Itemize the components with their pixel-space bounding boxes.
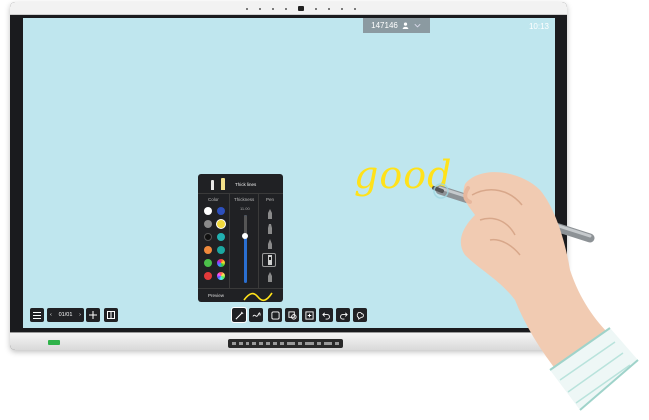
insert-icon [304, 310, 314, 320]
user-tab[interactable]: 147146 [363, 18, 430, 33]
chevron-left-icon[interactable]: ‹ [50, 312, 52, 318]
menu-button[interactable] [30, 308, 44, 322]
color-swatch-yellow[interactable] [217, 220, 225, 228]
clear-button[interactable] [353, 308, 367, 322]
chevron-down-icon[interactable] [413, 23, 422, 29]
user-icon [402, 22, 409, 29]
color-swatch-red[interactable] [204, 272, 212, 280]
photo-stage: 147146 10:13 good Thick lines Color Thic… [0, 0, 649, 420]
user-id-label: 147146 [371, 21, 398, 30]
front-ports [228, 339, 343, 348]
color-swatch-cyan[interactable] [217, 233, 225, 241]
shapes-tool-button[interactable] [285, 308, 299, 322]
shapes-icon [287, 310, 297, 320]
pen-type-row: Thick lines [198, 174, 283, 194]
thickness-value: 11.00 [240, 206, 250, 211]
eraser-icon [251, 311, 261, 317]
color-swatch-green[interactable] [204, 259, 212, 267]
color-header: Color [208, 197, 219, 202]
redo-icon [339, 311, 348, 320]
preview-stroke [243, 292, 273, 302]
bezel-sensors [246, 6, 356, 11]
color-wheel-icon[interactable] [217, 272, 225, 280]
column-divider [258, 194, 259, 288]
page-view-button[interactable] [104, 308, 118, 322]
pen-icon [235, 311, 243, 319]
pen-type-title: Thick lines [235, 182, 257, 187]
preview-label: Preview [208, 293, 225, 298]
undo-button[interactable] [319, 308, 333, 322]
clear-icon [356, 311, 364, 320]
add-page-button[interactable] [86, 308, 100, 322]
page-indicator: 01/01 [58, 312, 73, 318]
clock: 10:13 [528, 22, 549, 31]
thickness-slider-handle[interactable] [242, 233, 248, 239]
thick-pen-icon[interactable] [221, 178, 225, 190]
highlighter-tip-icon[interactable] [267, 255, 273, 265]
eraser-tool-button[interactable] [249, 308, 263, 322]
color-swatch-blue[interactable] [217, 207, 225, 215]
thickness-header: Thickness [234, 197, 255, 202]
pen-settings-panel: Thick lines Color Thickness Pen 11.00 Pr… [198, 174, 283, 302]
column-divider [229, 194, 230, 288]
color-swatch-black[interactable] [204, 233, 212, 241]
pen-header: Pen [266, 197, 275, 202]
top-bezel [10, 2, 567, 15]
color-swatch-teal[interactable] [217, 246, 225, 254]
chevron-right-icon[interactable]: › [79, 312, 81, 318]
marker-tip-icon[interactable] [267, 224, 273, 234]
menu-icon [33, 311, 41, 319]
hand-with-stylus [432, 172, 639, 411]
undo-icon [321, 311, 330, 320]
color-swatch-multicolor[interactable] [217, 259, 225, 267]
color-swatch-orange[interactable] [204, 246, 212, 254]
thin-pen-icon[interactable] [211, 180, 214, 190]
power-indicator [48, 340, 60, 345]
insert-tool-button[interactable] [302, 308, 316, 322]
color-swatch-gray[interactable] [204, 220, 212, 228]
plus-icon [89, 311, 97, 319]
preview-row: Preview [198, 288, 283, 302]
camera-icon [298, 6, 304, 11]
brush-tip-icon[interactable] [267, 239, 273, 249]
pencil-tip-icon[interactable] [267, 209, 273, 219]
color-swatch-white[interactable] [204, 207, 212, 215]
page-view-icon [107, 311, 115, 319]
select-icon [270, 310, 280, 320]
redo-button[interactable] [336, 308, 350, 322]
calligraphy-tip-icon[interactable] [267, 272, 273, 282]
page-navigator: ‹ 01/01 › [47, 308, 84, 322]
select-tool-button[interactable] [268, 308, 282, 322]
thickness-slider-empty [244, 215, 247, 235]
pen-tool-button[interactable] [231, 307, 247, 323]
